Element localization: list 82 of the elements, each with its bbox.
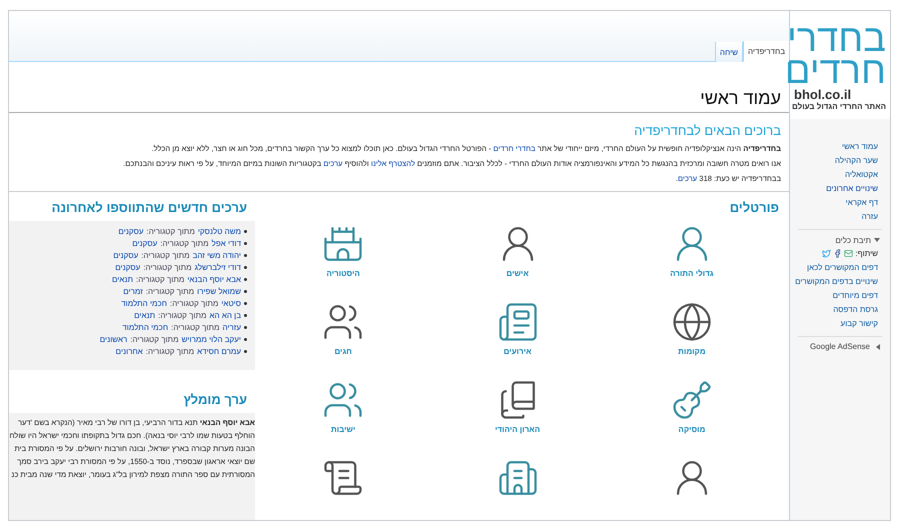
nav-link[interactable]: עזרה xyxy=(790,211,878,222)
portal-link[interactable]: אישים xyxy=(506,269,529,278)
tool-link[interactable]: גרסת הדפסה xyxy=(790,304,878,315)
category-label: מתוך קטגוריה: xyxy=(143,263,192,272)
tool-link[interactable]: קישור קבוע xyxy=(790,318,878,329)
portal-link[interactable]: גדולי התורה xyxy=(670,269,714,278)
page-title: עמוד ראשי xyxy=(9,88,789,113)
category-label: מתוך קטגוריה: xyxy=(171,323,220,332)
category-label: מתוך קטגוריה: xyxy=(146,227,195,236)
category-label: מתוך קטגוריה: xyxy=(170,299,218,308)
category-link[interactable]: אחרונים xyxy=(116,347,143,356)
mail-icon[interactable] xyxy=(844,249,854,258)
portal-link[interactable]: מוסיקה xyxy=(678,425,706,434)
bullet-icon xyxy=(244,338,247,341)
article-link[interactable]: יעקב הלוי ממרויש xyxy=(182,335,241,344)
bullet-icon xyxy=(244,290,247,293)
toolbox-toggle[interactable]: תיבת כלים xyxy=(790,233,890,247)
portals-heading: פורטלים xyxy=(728,200,779,215)
category-label: מתוך קטגוריה: xyxy=(158,311,206,320)
adsense-toggle[interactable]: Google AdSense xyxy=(790,340,890,353)
article-link[interactable]: סיטאי xyxy=(221,299,241,308)
nav-link[interactable]: אקטואליה xyxy=(790,169,878,180)
tool-link[interactable]: דפים מיוחדים xyxy=(790,290,878,301)
category-label: מתוך קטגוריה: xyxy=(141,251,190,260)
category-link[interactable]: עסקנים xyxy=(115,263,140,272)
logo-tagline: האתר החרדי הגדול בעולם xyxy=(792,102,886,111)
article-link[interactable]: דודי זילברשלג xyxy=(194,263,241,272)
article-link[interactable]: בן הא הא xyxy=(210,311,241,320)
bullet-icon xyxy=(244,242,247,245)
nav-link[interactable]: שינויים אחרונים xyxy=(790,183,878,194)
article-link[interactable]: משה טלנסקי xyxy=(198,227,241,236)
category-label: מתוך קטגוריה: xyxy=(136,275,184,284)
facebook-icon[interactable] xyxy=(833,249,842,258)
category-link[interactable]: זמרים xyxy=(123,287,143,296)
category-link[interactable]: עסקנים xyxy=(113,251,138,260)
portal-link[interactable]: מקומות xyxy=(678,347,706,356)
category-link[interactable]: תנאים xyxy=(112,275,134,284)
tool-link[interactable]: דפים המקושרים לכאן xyxy=(790,262,878,273)
category-link[interactable]: חכמי התלמוד xyxy=(122,323,168,332)
bullet-icon xyxy=(244,230,247,233)
article-link[interactable]: אבא יוסף הבנאי xyxy=(187,275,241,284)
bullet-icon xyxy=(244,314,247,317)
portal-link[interactable]: הארון היהודי xyxy=(494,425,540,434)
portal-link[interactable]: אירועים xyxy=(504,347,532,356)
page-tab[interactable]: בחדריפדיה xyxy=(743,41,789,62)
welcome-heading: ברוכים הבאים לבחדריפדיה xyxy=(633,123,781,138)
bullet-icon xyxy=(244,278,247,281)
category-label: מתוך קטגוריה: xyxy=(130,335,179,344)
page-tab[interactable]: שיחה xyxy=(714,42,744,62)
nav-link[interactable]: עמוד ראשי xyxy=(790,141,878,152)
article-link[interactable]: עמרם חסידא xyxy=(197,347,241,356)
bullet-icon xyxy=(244,326,247,329)
bullet-icon xyxy=(244,254,247,257)
article-link[interactable]: יהודה משי זהב xyxy=(192,251,241,260)
featured-heading: ערך מומלץ xyxy=(182,392,247,407)
category-link[interactable]: עסקנים xyxy=(132,239,158,248)
category-label: מתוך קטגוריה: xyxy=(146,287,194,296)
logo-domain: bhol.co.il xyxy=(794,87,852,102)
globe-icon[interactable] xyxy=(670,301,713,343)
portal-link[interactable]: היסטוריה xyxy=(326,269,360,278)
article-link[interactable]: עזריה xyxy=(222,323,241,332)
article-link[interactable]: דודי אפל xyxy=(212,239,241,248)
bullet-icon xyxy=(244,350,247,353)
category-label: מתוך קטגוריה: xyxy=(160,239,209,248)
category-link[interactable]: חכמי התלמוד xyxy=(121,299,168,308)
newspaper-icon[interactable] xyxy=(496,301,539,343)
twitter-icon[interactable] xyxy=(822,249,832,258)
guitar-icon[interactable] xyxy=(670,379,713,421)
portal-link[interactable]: חגים xyxy=(334,347,352,356)
portal-link[interactable]: ישיבות xyxy=(330,425,356,434)
share-label: שיתוף: xyxy=(855,249,878,258)
bullet-icon xyxy=(244,302,247,305)
nav-link[interactable]: דף אקראי xyxy=(790,197,878,208)
category-link[interactable]: עסקנים xyxy=(118,227,144,236)
category-link[interactable]: ראשונים xyxy=(100,335,128,344)
category-link[interactable]: תנאים xyxy=(134,311,156,320)
recent-heading: ערכים חדשים שהתווספו לאחרונה xyxy=(50,200,247,215)
nav-link[interactable]: שער הקהילה xyxy=(790,155,878,166)
category-label: מתוך קטגוריה: xyxy=(146,347,194,356)
tool-link[interactable]: שינויים בדפים המקושרים xyxy=(790,276,878,287)
article-link[interactable]: שמואל שפירו xyxy=(197,287,241,296)
bullet-icon xyxy=(244,266,247,269)
